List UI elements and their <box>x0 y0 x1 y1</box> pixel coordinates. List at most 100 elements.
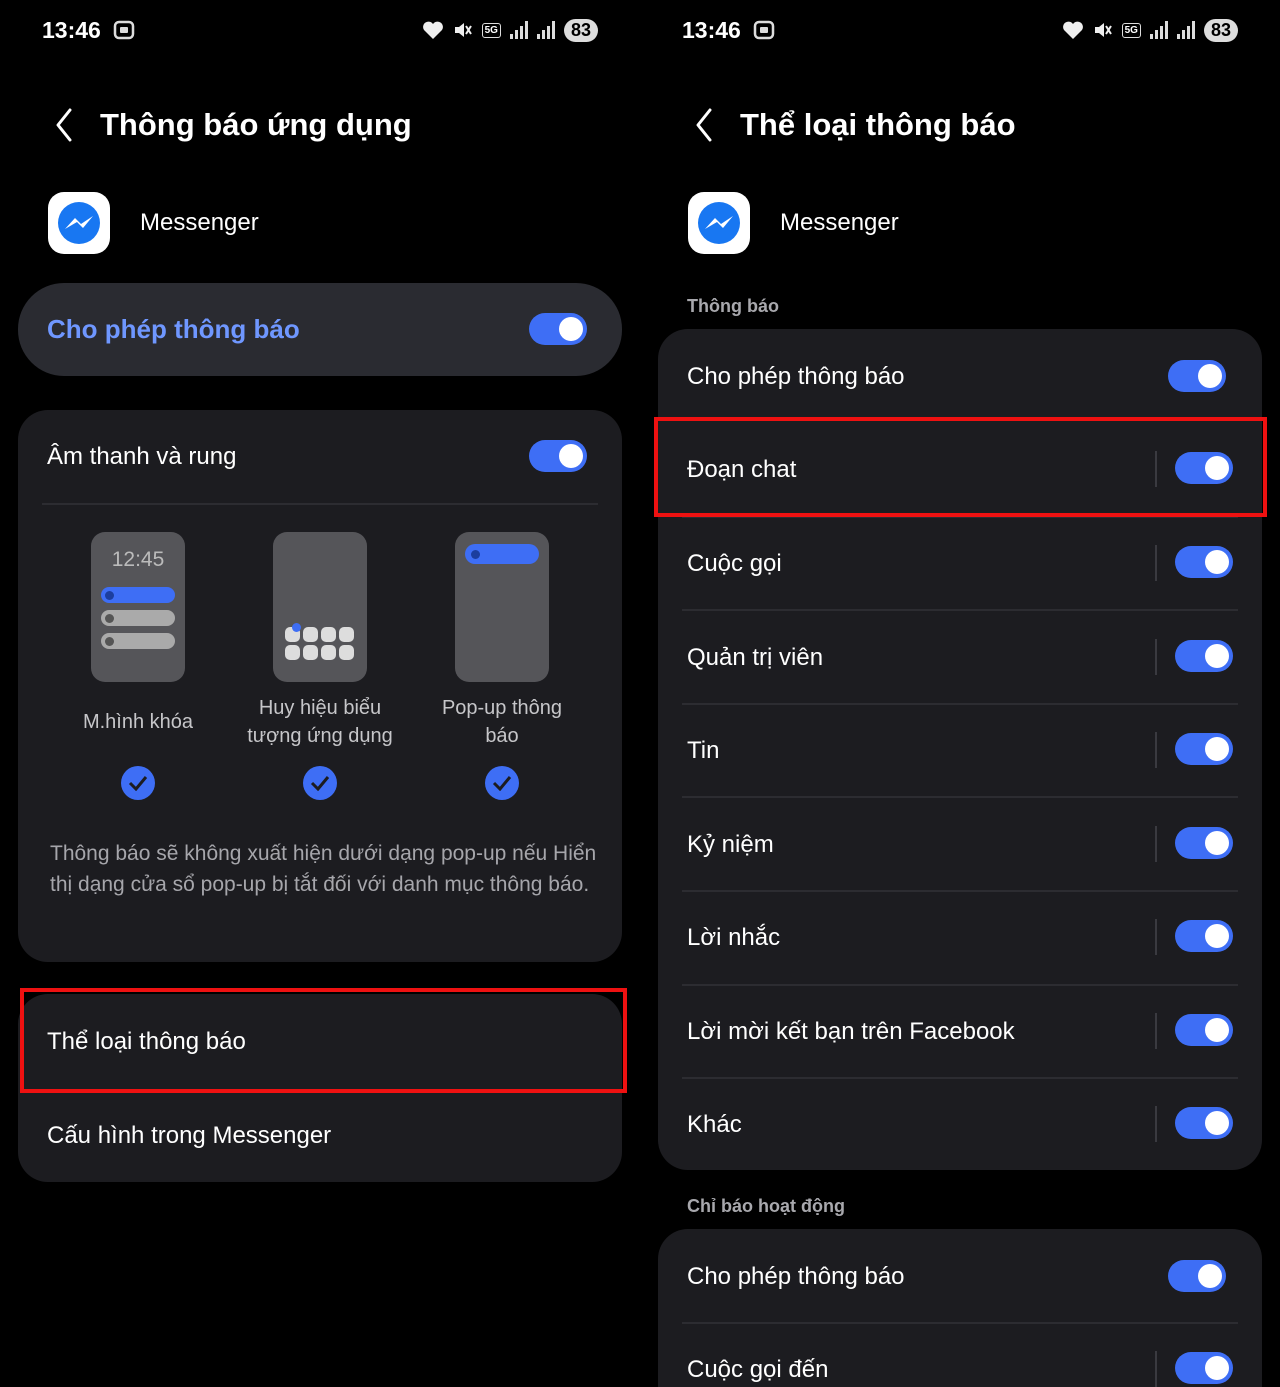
app-grid-dot <box>339 645 354 660</box>
highlight-box <box>20 988 627 1093</box>
messenger-app-icon <box>48 192 110 254</box>
divider <box>682 796 1238 798</box>
back-arrow-icon[interactable] <box>48 100 84 150</box>
sound-vibration-toggle[interactable] <box>529 440 587 472</box>
app-notifications-screen: 13:46 5G 83 Thông báo ứng dụng Messenger… <box>0 0 640 1387</box>
app-name: Messenger <box>780 209 899 236</box>
network-type-badge: 5G <box>481 22 501 38</box>
preview-dot <box>105 637 114 646</box>
activity-allow-toggle[interactable] <box>1168 1260 1226 1292</box>
sound-style-card: Âm thanh và rung 12:45 M.hình khóa Huy h… <box>18 410 622 962</box>
popup-label-line1: Pop-up thông <box>441 697 563 719</box>
highlight-box <box>654 417 1267 517</box>
allow-notifications-label: Cho phép thông báo <box>687 363 905 390</box>
badge-label-line1: Huy hiệu biểu <box>258 697 382 719</box>
incoming-calls-label: Cuộc gọi đến <box>687 1356 829 1383</box>
row-separator <box>1155 1351 1157 1387</box>
allow-notifications-toggle[interactable] <box>1168 360 1226 392</box>
category-toggle-admins[interactable] <box>1175 640 1233 672</box>
app-grid-dot <box>321 627 336 642</box>
popup-check-icon[interactable] <box>485 766 519 800</box>
badge-preview[interactable] <box>273 532 367 682</box>
signal-icon-2 <box>1176 21 1195 39</box>
heart-icon <box>1062 21 1083 39</box>
battery-indicator: 83 <box>563 18 598 42</box>
sound-vibration-label: Âm thanh và rung <box>47 443 237 470</box>
badge-label-line2: tượng ứng dụng <box>247 725 393 747</box>
row-separator <box>1155 826 1157 862</box>
signal-icon-2 <box>536 21 555 39</box>
divider <box>682 890 1238 892</box>
messenger-settings-item[interactable]: Cấu hình trong Messenger <box>47 1122 331 1150</box>
category-label: Khác <box>687 1111 742 1138</box>
app-name: Messenger <box>140 209 259 236</box>
app-grid-dot <box>303 645 318 660</box>
category-label: Tin <box>687 737 720 764</box>
row-separator <box>1155 1106 1157 1142</box>
incoming-calls-toggle[interactable] <box>1175 1352 1233 1384</box>
category-label: Lời mời kết bạn trên Facebook <box>687 1018 1015 1045</box>
signal-icon <box>509 21 528 39</box>
section-header-activity: Chỉ báo hoạt động <box>687 1196 845 1216</box>
lock-screen-label: M.hình khóa <box>82 711 194 733</box>
time-text: 13:46 <box>682 16 741 43</box>
category-toggle-stories[interactable] <box>1175 733 1233 765</box>
preview-dot <box>105 591 114 600</box>
divider <box>42 503 598 505</box>
page-title: Thông báo ứng dụng <box>100 107 412 142</box>
back-arrow-icon[interactable] <box>688 100 724 150</box>
row-separator <box>1155 919 1157 955</box>
badge-check-icon[interactable] <box>303 766 337 800</box>
preview-dot <box>105 614 114 623</box>
category-toggle-reminders[interactable] <box>1175 920 1233 952</box>
screenshot-icon <box>113 20 135 40</box>
activity-allow-label: Cho phép thông báo <box>687 1263 905 1290</box>
category-toggle-other[interactable] <box>1175 1107 1233 1139</box>
network-type-badge: 5G <box>1121 22 1141 38</box>
app-grid-dot <box>339 627 354 642</box>
category-label: Kỷ niệm <box>687 831 774 858</box>
row-separator <box>1155 639 1157 675</box>
status-icons: 5G 83 <box>1062 18 1238 42</box>
divider <box>682 984 1238 986</box>
row-separator <box>1155 545 1157 581</box>
allow-notifications-toggle[interactable] <box>529 313 587 345</box>
app-grid-dot <box>303 627 318 642</box>
divider <box>682 1322 1238 1324</box>
page-header: Thể loại thông báo <box>688 100 1016 150</box>
status-time: 13:46 <box>682 17 775 44</box>
page-header: Thông báo ứng dụng <box>48 100 412 150</box>
status-bar: 13:46 5G 83 <box>682 14 1238 46</box>
app-grid-dot <box>321 645 336 660</box>
divider <box>682 703 1238 705</box>
allow-notifications-card[interactable]: Cho phép thông báo <box>18 283 622 376</box>
lock-screen-preview[interactable]: 12:45 <box>91 532 185 682</box>
section-header-notifications: Thông báo <box>687 296 779 316</box>
category-toggle-calls[interactable] <box>1175 546 1233 578</box>
preview-time: 12:45 <box>111 548 165 571</box>
battery-indicator: 83 <box>1203 18 1238 42</box>
status-bar: 13:46 5G 83 <box>42 14 598 46</box>
divider <box>682 609 1238 611</box>
category-label: Lời nhắc <box>687 924 781 951</box>
category-label: Cuộc gọi <box>687 550 782 577</box>
row-separator <box>1155 732 1157 768</box>
category-toggle-memories[interactable] <box>1175 827 1233 859</box>
screenshot-icon <box>753 20 775 40</box>
mute-icon <box>1094 23 1112 37</box>
row-separator <box>1155 1013 1157 1049</box>
divider <box>682 1077 1238 1079</box>
popup-label-line2: báo <box>485 725 519 747</box>
status-time: 13:46 <box>42 17 135 44</box>
heart-icon <box>422 21 443 39</box>
status-icons: 5G 83 <box>422 18 598 42</box>
app-info-row: Messenger <box>688 192 899 254</box>
popup-info-text: Thông báo sẽ không xuất hiện dưới dạng p… <box>50 842 597 896</box>
app-grid-dot <box>285 645 300 660</box>
category-toggle-friend-requests[interactable] <box>1175 1014 1233 1046</box>
lock-screen-check-icon[interactable] <box>121 766 155 800</box>
popup-preview[interactable] <box>455 532 549 682</box>
mute-icon <box>454 23 472 37</box>
signal-icon <box>1149 21 1168 39</box>
messenger-app-icon <box>688 192 750 254</box>
